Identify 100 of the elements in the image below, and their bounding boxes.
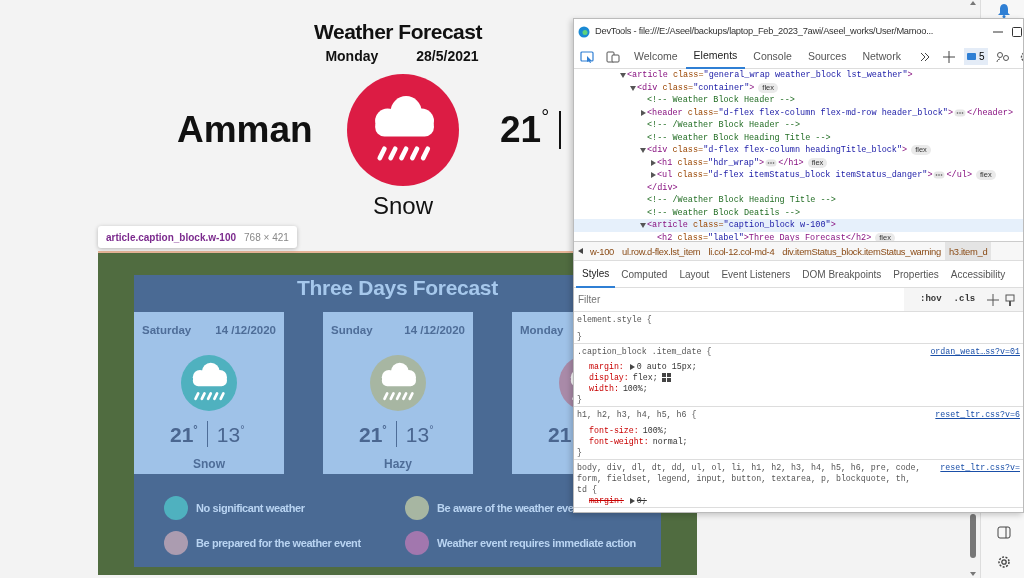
date-label: 28/5/2021: [416, 47, 479, 66]
css-declaration: margin:: [589, 495, 624, 506]
condition-label: Snow: [192, 456, 226, 474]
collapsed-arrow-icon[interactable]: [649, 171, 657, 180]
code-line[interactable]: <!-- /Weather Block Heading Title -->: [647, 194, 836, 207]
class-toggle-button[interactable]: .cls: [947, 292, 982, 307]
css-declaration: font-size:: [589, 425, 639, 436]
device-icon[interactable]: [606, 50, 620, 63]
breadcrumb-item[interactable]: h3.item_d: [944, 242, 992, 260]
css-declaration: width:: [589, 383, 619, 394]
css-selector: h1, h2, h3, h4, h5, h6 {: [577, 409, 697, 420]
css-declaration: display:: [589, 372, 629, 383]
code-line[interactable]: <!-- Weather Block Heading Title -->: [647, 131, 831, 144]
styles-tab[interactable]: Accessibility: [944, 260, 1012, 288]
code-line[interactable]: <div class="d-flex flex-column headingTitle_block">: [647, 144, 908, 157]
breadcrumb-item[interactable]: ul.row.d-flex.lst_item: [618, 242, 705, 260]
ellipsis-icon[interactable]: [765, 158, 778, 167]
styles-tab[interactable]: DOM Breakpoints: [796, 260, 888, 288]
panel-tab[interactable]: Sources: [799, 44, 855, 69]
code-line[interactable]: <h1 class="hdr_wrap">: [657, 156, 765, 169]
condition-label: Snow: [372, 193, 433, 219]
element-size: 768 × 421: [244, 230, 289, 245]
panel-icon: [997, 526, 1011, 539]
hover-state-button[interactable]: :hov: [914, 292, 948, 307]
weekday-label: Monday: [325, 47, 379, 66]
more-tabs-icon[interactable]: [918, 50, 931, 63]
code-line[interactable]: </div>: [647, 181, 678, 194]
css-value: 0;: [636, 495, 647, 506]
plus-icon[interactable]: [942, 50, 955, 63]
code-line[interactable]: </header>: [967, 106, 1013, 119]
breadcrumb-item[interactable]: div.itemStatus_block.itemStatus_warning: [778, 242, 945, 260]
ellipsis-icon[interactable]: [954, 108, 967, 117]
breadcrumb-item[interactable]: w-100: [586, 242, 619, 260]
collapsed-arrow-icon[interactable]: [639, 108, 647, 117]
legend-label: Weather event requires immediate action: [437, 535, 636, 551]
scroll-left-icon[interactable]: [576, 246, 586, 256]
stylesheet-link[interactable]: reset_ltr.css?v=6: [935, 409, 1020, 420]
css-selector: body, div, dl, dt, dd, ul, ol, li, h1, h2, h3, h4, h5, h6, pre, code,: [577, 462, 921, 473]
expanded-arrow-icon[interactable]: [639, 221, 647, 230]
city-name: Amman: [177, 108, 314, 153]
panel-tab[interactable]: Welcome: [626, 44, 686, 69]
date-label: 14 /12/2020: [215, 323, 276, 338]
styles-tab[interactable]: Computed: [615, 260, 674, 288]
expand-arrow-icon[interactable]: [627, 496, 636, 505]
code-line[interactable]: <!-- Weather Block Header -->: [647, 94, 795, 107]
panel-tab[interactable]: Console: [745, 44, 800, 69]
styles-tab[interactable]: Event Listeners: [715, 260, 797, 288]
code-line[interactable]: <h2 class="label">Three Days Forecast</h2>: [657, 231, 872, 241]
panel-tab[interactable]: Network: [854, 44, 909, 69]
expanded-arrow-icon[interactable]: [639, 146, 647, 155]
grid-editor-icon[interactable]: [661, 373, 671, 382]
code-line[interactable]: <!-- /Weather Block Header -->: [647, 119, 801, 132]
people-icon[interactable]: [995, 50, 1010, 63]
panel-tab[interactable]: Elements: [685, 44, 746, 69]
element-selector: article.caption_block.w-100: [106, 230, 237, 245]
stylesheet-link[interactable]: ordan_weat…ss?v=01: [930, 346, 1020, 357]
day-label: Saturday: [142, 323, 192, 338]
ellipsis-icon[interactable]: [933, 171, 946, 180]
maximize-button[interactable]: [1011, 26, 1023, 38]
code-line[interactable]: </ul>: [946, 169, 972, 182]
css-declaration: margin:: [589, 361, 624, 372]
filter-field[interactable]: Filter: [574, 288, 904, 311]
code-line[interactable]: <div class="container">: [637, 81, 755, 94]
bell-icon: [997, 3, 1011, 18]
plus-icon[interactable]: [987, 293, 1000, 306]
legend-label: Be aware of the weather eve: [437, 500, 574, 516]
css-value: normal;: [652, 436, 688, 447]
closing-brace: }: [577, 331, 582, 342]
css-value: flex;: [632, 372, 658, 383]
issues-button[interactable]: 5: [963, 48, 988, 65]
high-temperature: 21: [548, 421, 572, 448]
expanded-arrow-icon[interactable]: [619, 71, 627, 80]
closing-brace: }: [577, 394, 582, 405]
inspect-icon[interactable]: [580, 50, 594, 63]
breadcrumb-item[interactable]: li.col-12.col-md-4: [704, 242, 779, 260]
temperature: 21$^{°}$: [500, 105, 550, 153]
page-title: Weather Forecast: [314, 20, 482, 44]
window-title: DevTools - file:///E:/Aseel/backups/laptop_Feb_2023_7awi/Aseel_works/User/Mamoo...: [595, 25, 934, 39]
css-selector: td {: [577, 484, 597, 495]
expand-arrow-icon[interactable]: [627, 362, 636, 371]
css-selector: element.style {: [577, 314, 652, 325]
styles-tab[interactable]: Layout: [673, 260, 716, 288]
code-line[interactable]: </h1>: [778, 156, 804, 169]
stylesheet-link[interactable]: reset_ltr.css?v=: [940, 462, 1020, 473]
expanded-arrow-icon[interactable]: [629, 83, 637, 92]
css-value: 100%;: [642, 425, 668, 436]
legend-label: Be prepared for the weather event: [196, 535, 361, 551]
code-line[interactable]: <article class="general_wrap weather_block lst_weather">: [627, 69, 913, 82]
code-line[interactable]: <header class="d-flex flex-column flex-md-row header_block">: [647, 106, 954, 119]
code-line[interactable]: <ul class="d-flex itemStatus_block itemStatus_danger">: [657, 169, 933, 182]
message-icon: [966, 52, 976, 61]
collapsed-arrow-icon[interactable]: [649, 158, 657, 167]
styles-tab[interactable]: Properties: [887, 260, 945, 288]
low-temperature: 13$^{°}$: [216, 421, 245, 448]
settings-icon: [997, 555, 1011, 569]
paint-icon[interactable]: [1005, 293, 1016, 306]
code-line[interactable]: <!-- Weather Block Deatils -->: [647, 206, 801, 219]
condition-label: Hazy: [383, 456, 413, 474]
date-label: 14 /12/2020: [404, 323, 465, 338]
css-selector: form, fieldset, legend, input, button, textarea, p, blockquote, th,: [577, 473, 911, 484]
